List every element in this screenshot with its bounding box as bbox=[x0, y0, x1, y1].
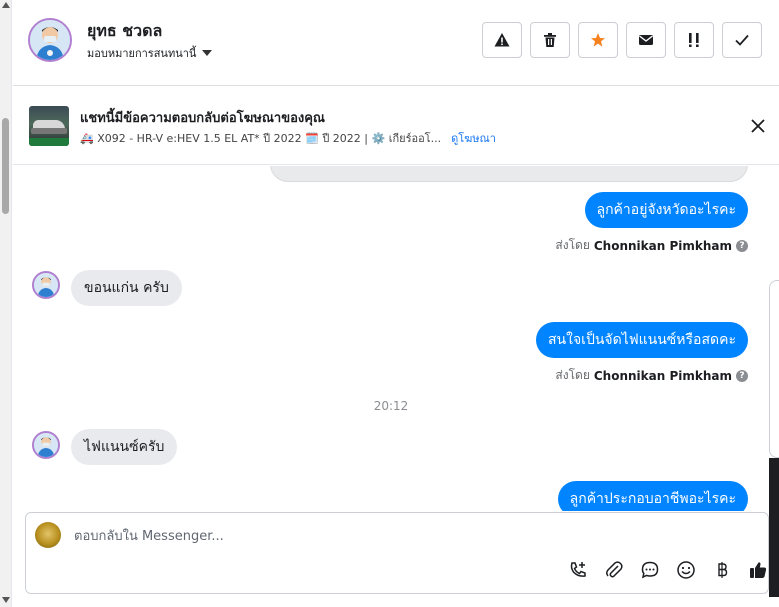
scroll-down-arrow-icon[interactable] bbox=[2, 597, 10, 603]
ad-banner-detail-row: 🚑 X092 - HR-V e:HEV 1.5 EL AT* ปี 2022 🗓… bbox=[80, 129, 496, 147]
attach-file-button[interactable] bbox=[603, 559, 625, 581]
trash-icon bbox=[544, 33, 556, 47]
warning-icon bbox=[494, 33, 510, 47]
outgoing-message[interactable]: ลูกค้าอยู่จังหวัดอะไรคะ bbox=[584, 192, 748, 228]
left-scrollbar[interactable] bbox=[0, 0, 12, 607]
dark-panel bbox=[769, 458, 779, 607]
incoming-message[interactable]: ขอนแก่น ครับ bbox=[71, 270, 182, 306]
like-button[interactable] bbox=[747, 559, 769, 581]
reply-input[interactable] bbox=[74, 525, 674, 547]
mark-unread-button[interactable] bbox=[626, 22, 666, 58]
help-icon[interactable]: ? bbox=[736, 239, 748, 252]
reply-composer bbox=[25, 512, 769, 594]
message-thread[interactable]: ลูกค้าอยู่จังหวัดอะไรคะ ส่งโดย Chonnikan… bbox=[13, 166, 769, 511]
close-icon[interactable] bbox=[749, 117, 767, 135]
timestamp-separator: 20:12 bbox=[373, 399, 409, 413]
messenger-inbox-window: ยุทธ ชวดล มอบหมายการสนทนานี้ แชทนี้มีข้อ… bbox=[0, 0, 779, 607]
contact-avatar-small[interactable] bbox=[32, 271, 60, 299]
sent-by-label: ส่งโดย Chonnikan Pimkham ? bbox=[555, 236, 748, 255]
follow-up-icon bbox=[689, 33, 699, 47]
incoming-message[interactable]: ไฟแนนซ์ครับ bbox=[71, 429, 178, 465]
assign-conversation-dropdown[interactable]: มอบหมายการสนทนานี้ bbox=[87, 44, 213, 62]
ad-banner-detail: 🚑 X092 - HR-V e:HEV 1.5 EL AT* ปี 2022 🗓… bbox=[80, 132, 442, 145]
star-button[interactable] bbox=[578, 22, 618, 58]
mark-done-button[interactable] bbox=[722, 22, 762, 58]
follow-up-button[interactable] bbox=[674, 22, 714, 58]
star-icon bbox=[591, 33, 605, 47]
ad-thumbnail[interactable] bbox=[29, 106, 69, 146]
sender-name: Chonnikan Pimkham bbox=[593, 238, 732, 253]
person-avatar-icon bbox=[34, 433, 58, 457]
help-icon[interactable]: ? bbox=[736, 369, 748, 382]
side-panel-edge bbox=[769, 280, 779, 607]
payment-button[interactable] bbox=[711, 559, 733, 581]
contact-avatar[interactable] bbox=[28, 18, 72, 62]
composer-toolbar bbox=[567, 559, 769, 581]
outgoing-message[interactable]: สนใจเป็นจัดไฟแนนซ์หรือสดคะ bbox=[536, 322, 748, 358]
emoji-icon bbox=[677, 561, 695, 579]
sent-by-prefix: ส่งโดย bbox=[555, 368, 590, 382]
emoji-button[interactable] bbox=[675, 559, 697, 581]
page-avatar bbox=[35, 522, 61, 548]
view-ad-link[interactable]: ดูโฆษณา bbox=[451, 129, 496, 147]
delete-button[interactable] bbox=[530, 22, 570, 58]
envelope-icon bbox=[639, 35, 653, 45]
scroll-up-arrow-icon[interactable] bbox=[2, 2, 10, 8]
ad-reply-banner: แชทนี้มีข้อความตอบกลับต่อโฆษณาของคุณ 🚑 X… bbox=[13, 87, 779, 165]
contact-avatar-small[interactable] bbox=[32, 431, 60, 459]
call-add-button[interactable] bbox=[567, 559, 589, 581]
baht-icon bbox=[718, 562, 728, 578]
contact-name: ยุทธ ชวดล bbox=[87, 21, 163, 40]
bottom-gap bbox=[13, 597, 779, 607]
sent-by-label: ส่งโดย Chonnikan Pimkham ? bbox=[555, 366, 748, 385]
outgoing-message[interactable]: ลูกค้าประกอบอาชีพอะไรคะ bbox=[557, 481, 748, 511]
conversation-actions bbox=[482, 22, 762, 58]
saved-replies-button[interactable] bbox=[639, 559, 661, 581]
ad-banner-title: แชทนี้มีข้อความตอบกลับต่อโฆษณาของคุณ bbox=[80, 111, 325, 126]
mark-spam-button[interactable] bbox=[482, 22, 522, 58]
person-avatar-icon bbox=[30, 20, 70, 60]
floating-panel[interactable] bbox=[769, 280, 779, 458]
thumbnail-strip bbox=[29, 138, 69, 146]
sender-name: Chonnikan Pimkham bbox=[593, 368, 732, 383]
sent-by-prefix: ส่งโดย bbox=[555, 238, 590, 252]
chat-bubble-icon bbox=[641, 561, 659, 579]
conversation-header: ยุทธ ชวดล มอบหมายการสนทนานี้ bbox=[13, 0, 779, 86]
scrollbar-thumb[interactable] bbox=[2, 118, 9, 214]
shared-image-preview[interactable] bbox=[270, 166, 748, 182]
car-base-image bbox=[31, 128, 67, 134]
call-add-icon bbox=[570, 562, 586, 577]
assign-label: มอบหมายการสนทนานี้ bbox=[87, 47, 197, 60]
attachment-icon bbox=[606, 561, 623, 578]
thumbs-up-icon bbox=[750, 562, 767, 578]
person-avatar-icon bbox=[34, 273, 58, 297]
check-icon bbox=[735, 34, 749, 46]
chevron-down-icon bbox=[202, 50, 213, 56]
